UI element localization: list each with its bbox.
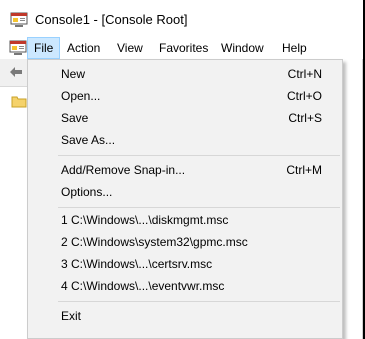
menu-window[interactable]: Window: [215, 37, 270, 59]
toolbar: [0, 59, 30, 87]
menu-item-recent-4[interactable]: 4 C:\Windows\...\eventvwr.msc: [28, 275, 342, 297]
file-menu-dropdown: New Ctrl+N Open... Ctrl+O Save Ctrl+S Sa…: [27, 59, 343, 339]
menu-item-recent-2[interactable]: 2 C:\Windows\system32\gpmc.msc: [28, 231, 342, 253]
menu-file[interactable]: File: [27, 37, 61, 59]
menu-item-label: 4 C:\Windows\...\eventvwr.msc: [61, 279, 225, 293]
mmc-window: Console1 - [Console Root] File Action Vi…: [0, 0, 363, 339]
menu-item-exit[interactable]: Exit: [28, 305, 342, 327]
menu-separator: [58, 207, 340, 208]
menu-item-label: Save As...: [61, 133, 116, 147]
menu-item-new[interactable]: New Ctrl+N: [28, 63, 342, 85]
back-arrow-icon[interactable]: [9, 66, 23, 78]
menu-item-options[interactable]: Options...: [28, 181, 342, 203]
shortcut-label: Ctrl+N: [287, 67, 322, 81]
menu-separator: [58, 155, 340, 156]
title-bar[interactable]: Console1 - [Console Root]: [0, 0, 363, 37]
menu-action[interactable]: Action: [61, 37, 106, 59]
menu-item-recent-1[interactable]: 1 C:\Windows\...\diskmgmt.msc: [28, 209, 342, 231]
folder-icon[interactable]: [11, 95, 27, 108]
menu-item-label: 1 C:\Windows\...\diskmgmt.msc: [61, 213, 229, 227]
menu-item-recent-3[interactable]: 3 C:\Windows\...\certsrv.msc: [28, 253, 342, 275]
menu-item-save-as[interactable]: Save As...: [28, 129, 342, 151]
menu-item-label: Save: [61, 111, 89, 125]
menu-item-label: 2 C:\Windows\system32\gpmc.msc: [61, 235, 248, 249]
menu-item-label: Add/Remove Snap-in...: [61, 163, 186, 177]
shortcut-label: Ctrl+O: [286, 89, 322, 103]
mmc-console-icon[interactable]: [9, 40, 27, 56]
menu-view[interactable]: View: [111, 37, 149, 59]
menu-item-add-remove-snap-in[interactable]: Add/Remove Snap-in... Ctrl+M: [28, 159, 342, 181]
menu-item-open[interactable]: Open... Ctrl+O: [28, 85, 342, 107]
menu-item-label: 3 C:\Windows\...\certsrv.msc: [61, 257, 213, 271]
menu-item-save[interactable]: Save Ctrl+S: [28, 107, 342, 129]
mmc-console-icon: [10, 12, 28, 27]
console-tree-pane: [0, 88, 30, 339]
menu-item-label: Open...: [61, 89, 101, 103]
window-title: Console1 - [Console Root]: [35, 12, 188, 27]
menu-bar: File Action View Favorites Window Help: [0, 37, 363, 59]
menu-help[interactable]: Help: [276, 37, 313, 59]
menu-separator: [58, 301, 340, 302]
menu-item-label: Options...: [61, 185, 113, 199]
menu-item-label: Exit: [61, 309, 82, 323]
menu-item-label: New: [61, 67, 86, 81]
shortcut-label: Ctrl+M: [286, 163, 322, 177]
menu-favorites[interactable]: Favorites: [153, 37, 214, 59]
shortcut-label: Ctrl+S: [288, 111, 322, 125]
